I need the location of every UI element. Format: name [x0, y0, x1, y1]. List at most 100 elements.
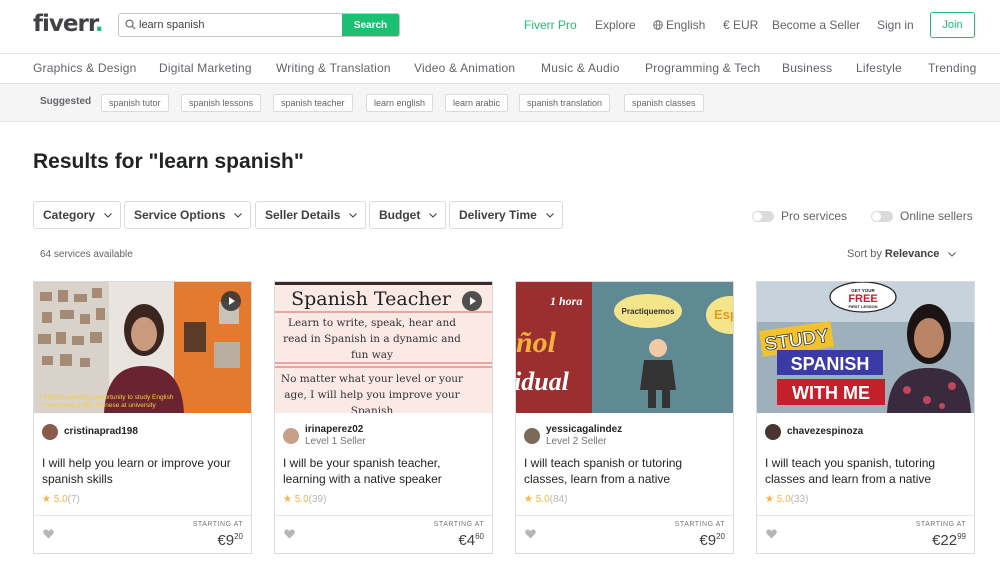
nav-language-label: English — [666, 18, 706, 32]
thumb-text: Spanish — [351, 405, 394, 413]
thumb-text: SPANISH — [791, 354, 870, 374]
seller-info[interactable]: cristinaprad198 — [42, 424, 138, 440]
nav-explore[interactable]: Explore — [595, 18, 636, 32]
toggle-switch[interactable] — [871, 210, 893, 222]
nav-currency[interactable]: € EUR — [723, 18, 758, 32]
category-digital-marketing[interactable]: Digital Marketing — [159, 61, 252, 75]
heart-icon[interactable] — [284, 529, 295, 539]
nav-fiverr-pro[interactable]: Fiverr Pro — [524, 18, 577, 32]
seller-name[interactable]: cristinaprad198 — [64, 426, 138, 438]
gig-title[interactable]: I will teach you spanish, tutoring class… — [765, 455, 965, 487]
gig-card[interactable]: 1 hora ñol idual Practiquemos Esp yessic… — [515, 281, 734, 554]
thumb-text: ñol — [516, 326, 557, 359]
seller-info[interactable]: yessicagalindez Level 2 Seller — [524, 424, 622, 448]
play-icon[interactable] — [462, 291, 482, 311]
avatar[interactable] — [42, 424, 58, 440]
search-bar: Search — [118, 13, 400, 37]
thumb-text: age, I will help you improve your — [284, 389, 460, 401]
sort-dropdown[interactable]: Sort by Relevance — [847, 248, 957, 260]
filter-label: Budget — [379, 208, 421, 222]
gig-price[interactable]: €460 — [458, 532, 484, 549]
gig-price[interactable]: €920 — [217, 532, 243, 549]
category-lifestyle[interactable]: Lifestyle — [856, 61, 902, 75]
avatar[interactable] — [283, 428, 299, 444]
suggested-chip[interactable]: spanish translation — [519, 94, 611, 112]
toggle-switch[interactable] — [752, 210, 774, 222]
search-input[interactable] — [139, 14, 344, 36]
search-button[interactable]: Search — [342, 14, 399, 36]
thumb-text: read in Spanish in a dynamic and — [283, 333, 461, 345]
avatar[interactable] — [524, 428, 540, 444]
gig-card[interactable]: Spanish Teacher Learn to write, speak, h… — [274, 281, 493, 554]
nav-become-seller[interactable]: Become a Seller — [772, 18, 860, 32]
price-cents: 99 — [957, 532, 966, 541]
logo-dot: . — [94, 11, 104, 37]
rating-value: 5.0 — [294, 494, 309, 505]
thumb-title: Spanish Teacher — [291, 288, 452, 310]
starting-at-label: STARTING AT — [674, 521, 725, 528]
category-writing-translation[interactable]: Writing & Translation — [276, 61, 391, 75]
heart-icon[interactable] — [766, 529, 777, 539]
globe-icon — [653, 20, 663, 30]
avatar[interactable] — [765, 424, 781, 440]
gig-card[interactable]: I had the amazing opportunity to study E… — [33, 281, 252, 554]
category-music-audio[interactable]: Music & Audio — [541, 61, 620, 75]
gig-thumbnail[interactable]: GET YOUR FREE FIRST LESSON STUDY SPANISH… — [757, 282, 974, 413]
category-programming-tech[interactable]: Programming & Tech — [645, 61, 760, 75]
sort-value: Relevance — [884, 248, 940, 260]
gig-thumbnail[interactable]: 1 hora ñol idual Practiquemos Esp — [516, 282, 733, 413]
heart-icon[interactable] — [43, 529, 54, 539]
fiverr-logo[interactable]: fiverr. — [33, 11, 104, 37]
suggested-chip[interactable]: spanish teacher — [273, 94, 353, 112]
review-count: (39) — [308, 494, 327, 505]
filter-category[interactable]: Category — [33, 201, 122, 229]
category-business[interactable]: Business — [782, 61, 832, 75]
online-sellers-toggle[interactable]: Online sellers — [871, 209, 973, 223]
chevron-down-icon — [429, 212, 438, 218]
gig-thumbnail[interactable]: I had the amazing opportunity to study E… — [34, 282, 251, 413]
seller-name[interactable]: chavezespinoza — [787, 426, 863, 438]
filter-delivery-time[interactable]: Delivery Time — [449, 201, 563, 229]
seller-name[interactable]: irinaperez02 — [305, 424, 366, 436]
suggested-chip[interactable]: spanish lessons — [181, 94, 262, 112]
chevron-down-icon — [234, 212, 243, 218]
gig-title[interactable]: I will teach spanish or tutoring classes… — [524, 455, 724, 487]
nav-sign-in[interactable]: Sign in — [877, 18, 914, 32]
pro-services-toggle[interactable]: Pro services — [752, 209, 847, 223]
starting-at-label: STARTING AT — [192, 521, 243, 528]
gig-price[interactable]: €920 — [699, 532, 725, 549]
seller-name[interactable]: yessicagalindez — [546, 424, 622, 436]
gig-thumbnail[interactable]: Spanish Teacher Learn to write, speak, h… — [275, 282, 492, 413]
gig-title[interactable]: I will help you learn or improve your sp… — [42, 455, 242, 487]
gig-title[interactable]: I will be your spanish teacher, learning… — [283, 455, 483, 487]
play-icon[interactable] — [221, 291, 241, 311]
suggested-chip[interactable]: spanish classes — [624, 94, 704, 112]
category-graphics-design[interactable]: Graphics & Design — [33, 61, 136, 75]
suggested-chip[interactable]: learn arabic — [445, 94, 509, 112]
category-trending[interactable]: Trending — [928, 61, 977, 75]
gig-card[interactable]: GET YOUR FREE FIRST LESSON STUDY SPANISH… — [756, 281, 975, 554]
category-video-animation[interactable]: Video & Animation — [414, 61, 515, 75]
filter-seller-details[interactable]: Seller Details — [255, 201, 367, 229]
filter-budget[interactable]: Budget — [369, 201, 447, 229]
category-nav: Graphics & Design Digital Marketing Writ… — [0, 54, 1000, 84]
starting-at-label: STARTING AT — [915, 521, 966, 528]
star-icon: ★ — [765, 494, 774, 505]
toggle-label: Online sellers — [900, 209, 973, 223]
join-button[interactable]: Join — [930, 12, 975, 38]
thumb-text: idual — [516, 367, 570, 396]
suggested-chip[interactable]: spanish tutor — [101, 94, 169, 112]
price-cents: 20 — [234, 532, 243, 541]
seller-info[interactable]: chavezespinoza — [765, 424, 863, 440]
price-main: €4 — [458, 532, 476, 549]
nav-language[interactable]: English — [653, 18, 705, 32]
top-header: fiverr. Search Fiverr Pro Explore Englis… — [0, 0, 1000, 54]
heart-icon[interactable] — [525, 529, 536, 539]
seller-level: Level 2 Seller — [546, 436, 607, 447]
suggested-chip[interactable]: learn english — [366, 94, 434, 112]
card-footer: STARTING AT €920 — [34, 515, 251, 553]
seller-info[interactable]: irinaperez02 Level 1 Seller — [283, 424, 366, 448]
filter-service-options[interactable]: Service Options — [124, 201, 252, 229]
rating-value: 5.0 — [53, 494, 68, 505]
gig-price[interactable]: €2299 — [932, 532, 966, 549]
